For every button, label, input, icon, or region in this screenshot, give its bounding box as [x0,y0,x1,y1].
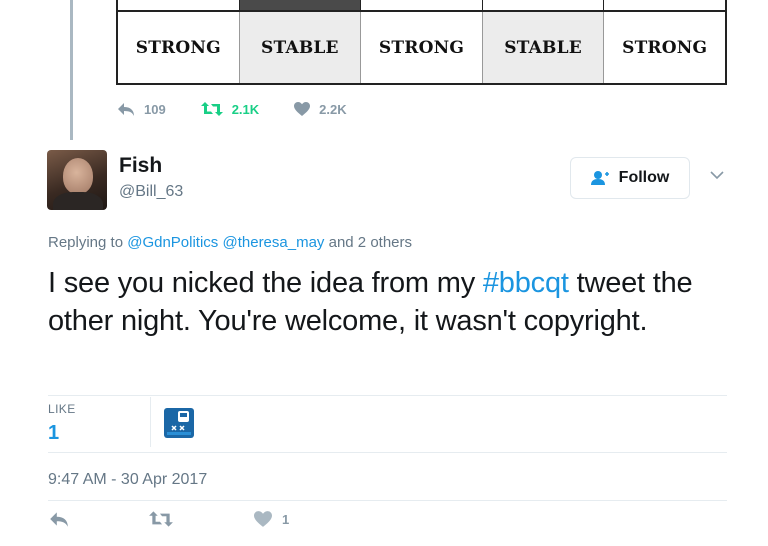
follow-button[interactable]: Follow [570,157,690,199]
grid-cell: STRONG [361,12,483,83]
reply-button[interactable] [48,510,78,528]
replying-suffix[interactable]: and 2 others [329,234,412,251]
replying-prefix: Replying to [48,234,124,251]
hashtag-link[interactable]: #bbcqt [483,267,569,299]
divider [48,500,727,501]
like-count: 2.2K [319,101,347,117]
likes-count: 1 [48,422,60,444]
author-handle[interactable]: @Bill_63 [119,183,183,201]
follow-label: Follow [618,169,670,186]
divider [150,397,151,447]
add-user-icon [590,171,609,185]
author-name[interactable]: Fish [119,154,162,178]
divider [48,395,727,396]
retweet-count: 2.1K [231,101,260,117]
retweet-button[interactable]: 2.1K [200,101,259,117]
reply-icon [118,103,134,116]
tweet-actions: 1 [48,510,359,528]
grid-cell: STRONG [118,12,240,83]
tweet-text: I see you nicked the idea from my #bbcqt… [48,264,738,340]
grid-cell: STABLE [482,12,605,83]
heart-icon [254,511,272,527]
thread-line [70,0,73,140]
divider [48,452,727,453]
like-button[interactable]: 1 [252,510,289,528]
replying-to: Replying to @GdnPolitics @theresa_may an… [48,234,412,251]
mention-link[interactable]: @GdnPolitics [127,234,218,251]
avatar[interactable] [47,150,107,210]
reply-icon [50,512,68,527]
retweet-button[interactable] [148,510,182,528]
retweet-icon [149,511,173,527]
quoted-image-word-row: STRONG STABLE STRONG STABLE STRONG [116,10,727,85]
likes-stat[interactable]: LIKE 1 [48,402,76,445]
grid-cell: STRONG [622,37,708,58]
like-count: 1 [282,511,290,527]
retweet-icon [200,102,223,116]
liker-avatar[interactable] [164,408,194,438]
quoted-image[interactable]: STRONG STABLE STRONG STABLE STRONG [116,0,727,86]
reply-count: 109 [144,101,166,117]
like-button[interactable]: 2.2K [293,101,347,117]
tweet-text-part: I see you nicked the idea from my [48,267,483,299]
chevron-down-icon[interactable] [709,170,725,180]
prev-tweet-actions: 109 2.1K 2.2K [116,101,381,117]
mention-link[interactable]: @theresa_may [222,234,324,251]
grid-cell: STABLE [239,12,362,83]
heart-icon [294,102,311,116]
likes-label: LIKE [48,402,76,416]
timestamp[interactable]: 9:47 AM - 30 Apr 2017 [48,471,207,489]
reply-button[interactable]: 109 [116,101,166,117]
